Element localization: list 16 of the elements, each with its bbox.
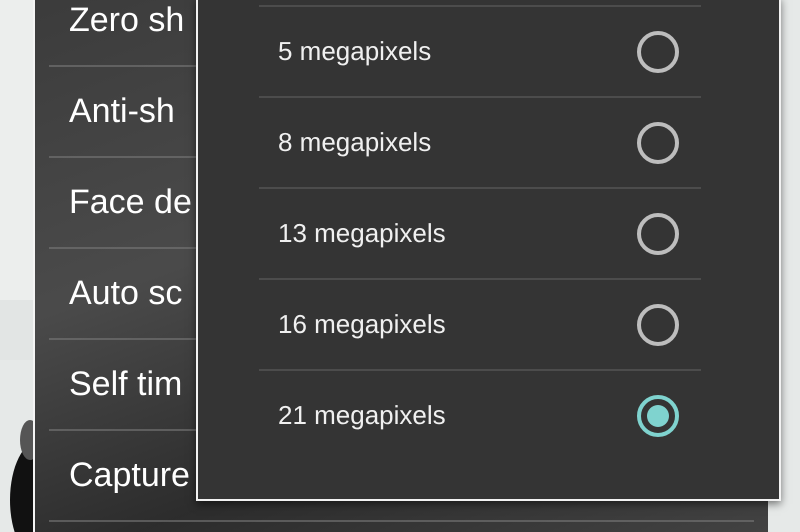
radio-button[interactable] — [637, 30, 679, 72]
radio-button[interactable] — [637, 394, 679, 436]
option-label[interactable]: 8 megapixels — [278, 123, 432, 162]
setting-label[interactable]: Auto sc — [49, 268, 182, 319]
setting-label[interactable]: Anti-sh — [49, 86, 175, 137]
radio-button[interactable] — [637, 122, 679, 164]
option-label[interactable]: 21 megapixels — [278, 396, 446, 435]
setting-label[interactable]: Self tim — [49, 359, 182, 410]
setting-label[interactable]: Face de — [49, 177, 192, 228]
option-label[interactable]: 13 megapixels — [278, 214, 446, 253]
radio-button[interactable] — [637, 212, 679, 254]
option-label[interactable]: 16 megapixels — [278, 305, 446, 344]
setting-label[interactable]: Zero sh — [49, 0, 184, 46]
radio-button[interactable] — [637, 304, 679, 346]
option-label[interactable]: 5 megapixels — [278, 32, 432, 71]
setting-label[interactable]: Capture — [49, 450, 190, 501]
